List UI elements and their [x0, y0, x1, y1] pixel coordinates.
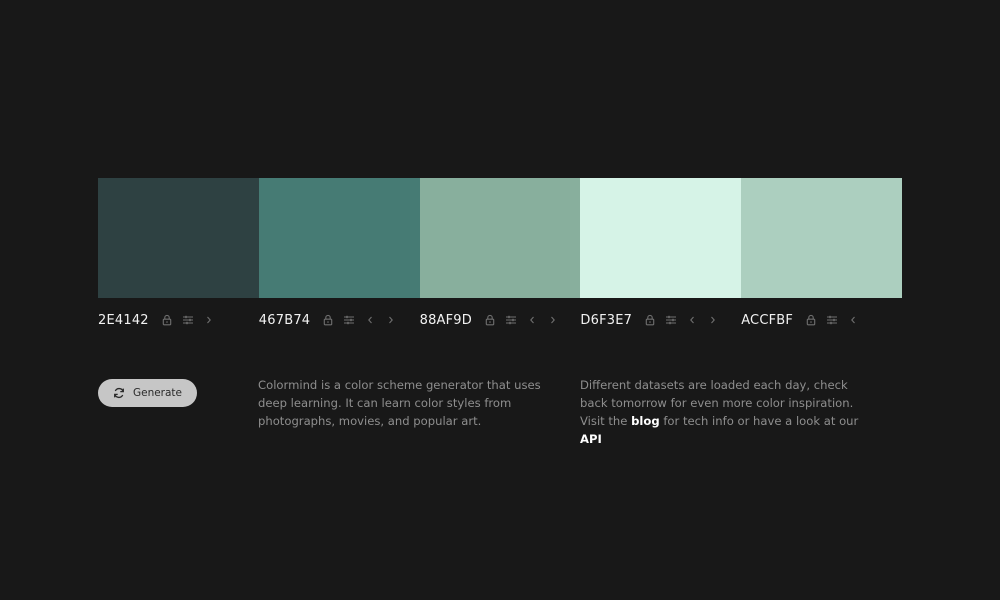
- swatch-column: ACCFBF: [741, 178, 902, 328]
- swatch-controls: 2E4142: [98, 310, 224, 330]
- color-swatch[interactable]: [258, 178, 420, 298]
- palette: 2E4142 467B74 88AF9D D6F3E7 ACCFBF: [98, 178, 902, 328]
- chevron-left-icon[interactable]: [686, 314, 698, 326]
- chevron-right-icon[interactable]: [385, 314, 397, 326]
- chevron-right-icon[interactable]: [547, 314, 559, 326]
- swatch-column: 467B74: [258, 178, 420, 328]
- chevron-left-icon[interactable]: [847, 314, 859, 326]
- swatch-controls: ACCFBF: [741, 310, 868, 330]
- color-swatch[interactable]: [98, 178, 259, 298]
- swatch-controls: D6F3E7: [580, 310, 728, 330]
- adjust-icon[interactable]: [665, 314, 677, 326]
- hex-code[interactable]: 88AF9D: [420, 313, 472, 328]
- lock-icon[interactable]: [484, 314, 496, 326]
- colormind-page: 2E4142 467B74 88AF9D D6F3E7 ACCFBF Gener…: [0, 0, 1000, 600]
- color-swatch[interactable]: [580, 178, 742, 298]
- lock-icon[interactable]: [322, 314, 334, 326]
- refresh-icon: [113, 387, 125, 399]
- api-link[interactable]: API: [580, 432, 602, 446]
- blog-link[interactable]: blog: [631, 414, 660, 428]
- hex-code[interactable]: D6F3E7: [580, 313, 632, 328]
- color-swatch[interactable]: [419, 178, 581, 298]
- chevron-left-icon[interactable]: [364, 314, 376, 326]
- datasets-text-middle: for tech info or have a look at our: [659, 414, 859, 428]
- hex-code[interactable]: 2E4142: [98, 313, 149, 328]
- chevron-left-icon[interactable]: [526, 314, 538, 326]
- swatch-column: D6F3E7: [580, 178, 742, 328]
- adjust-icon[interactable]: [505, 314, 517, 326]
- generate-button[interactable]: Generate: [98, 379, 197, 407]
- chevron-right-icon[interactable]: [203, 314, 215, 326]
- swatch-column: 88AF9D: [419, 178, 581, 328]
- color-swatch[interactable]: [741, 178, 902, 298]
- datasets-text: Different datasets are loaded each day, …: [580, 376, 865, 448]
- swatch-controls: 467B74: [259, 310, 406, 330]
- lock-icon[interactable]: [805, 314, 817, 326]
- lock-icon[interactable]: [161, 314, 173, 326]
- hex-code[interactable]: 467B74: [259, 313, 310, 328]
- adjust-icon[interactable]: [343, 314, 355, 326]
- adjust-icon[interactable]: [182, 314, 194, 326]
- swatch-controls: 88AF9D: [420, 310, 568, 330]
- about-text: Colormind is a color scheme generator th…: [258, 378, 541, 428]
- lock-icon[interactable]: [644, 314, 656, 326]
- swatch-column: 2E4142: [98, 178, 259, 328]
- adjust-icon[interactable]: [826, 314, 838, 326]
- chevron-right-icon[interactable]: [707, 314, 719, 326]
- generate-label: Generate: [132, 387, 183, 399]
- hex-code[interactable]: ACCFBF: [741, 313, 793, 328]
